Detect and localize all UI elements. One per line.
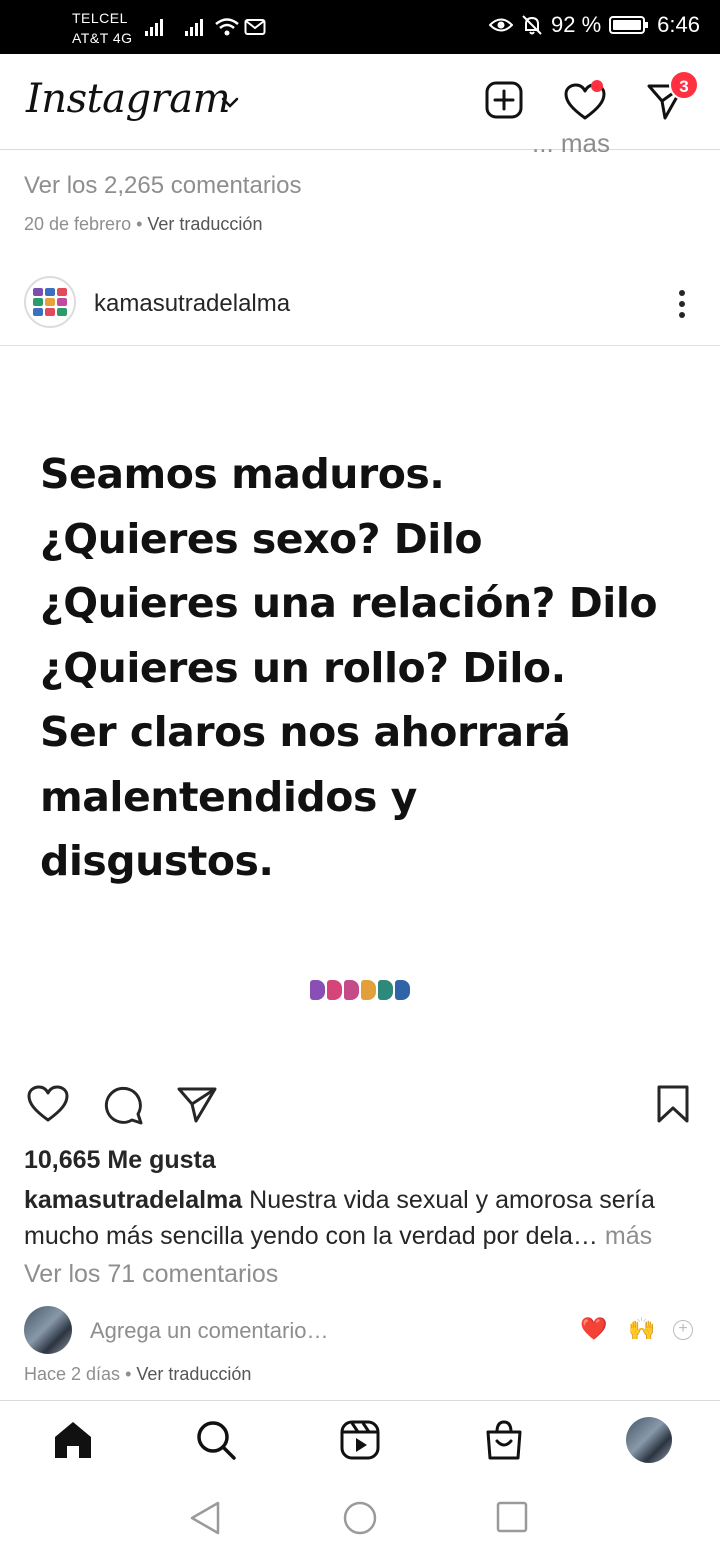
add-comment-input[interactable]: Agrega un comentario…: [90, 1318, 328, 1344]
messages-badge: 3: [669, 70, 699, 100]
separator: •: [120, 1364, 137, 1384]
post-meta: Hace 2 días • Ver traducción: [24, 1364, 251, 1385]
back-icon[interactable]: [188, 1500, 222, 1536]
quote-line: ¿Quieres sexo? Dilo: [40, 514, 483, 563]
mail-icon: [244, 19, 266, 35]
carrier-primary: TELCEL: [72, 10, 128, 26]
likes-count[interactable]: 10,665 Me gusta: [24, 1146, 216, 1175]
previous-caption-more[interactable]: ... más: [532, 138, 610, 152]
profile-avatar[interactable]: [626, 1417, 672, 1463]
post-header: kamasutradelalma: [0, 262, 720, 346]
current-user-avatar: [24, 1306, 72, 1354]
signal-icon: [145, 19, 163, 36]
quick-emoji-raised-hands[interactable]: 🙌: [628, 1316, 655, 1342]
comment-icon[interactable]: [102, 1084, 144, 1126]
muted-bell-icon: [522, 15, 542, 35]
carrier-info: TELCEL AT&T 4G: [72, 8, 133, 48]
search-icon[interactable]: [195, 1419, 237, 1461]
add-comment-row: Agrega un comentario… ❤️ 🙌 +: [0, 1302, 720, 1358]
quote-line: disgustos.: [40, 837, 274, 885]
post-image-quote: Seamos maduros. ¿Quieres sexo? Dilo ¿Qui…: [40, 442, 700, 894]
bottom-navigation: [0, 1400, 720, 1478]
previous-view-comments[interactable]: Ver los 2,265 comentarios: [24, 172, 302, 200]
home-button-icon[interactable]: [342, 1500, 378, 1536]
shop-icon[interactable]: [483, 1419, 525, 1461]
battery-percent: 92 %: [551, 12, 602, 37]
caption-username[interactable]: kamasutradelalma: [24, 1186, 242, 1214]
system-navigation-bar: [0, 1478, 720, 1560]
translate-link[interactable]: Ver traducción: [136, 1364, 251, 1384]
notification-dot: [591, 80, 603, 92]
post-time-ago: Hace 2 días: [24, 1364, 121, 1384]
save-bookmark-icon[interactable]: [656, 1084, 690, 1124]
share-icon[interactable]: [176, 1085, 218, 1125]
battery-icon: [609, 16, 649, 34]
quote-line: ¿Quieres una relación? Dilo: [40, 579, 658, 627]
post-author-username[interactable]: kamasutradelalma: [94, 290, 290, 318]
signal-icon-2: [185, 19, 203, 36]
previous-translate-link[interactable]: Ver traducción: [147, 214, 262, 234]
separator: •: [131, 214, 148, 234]
caption-more-link[interactable]: más: [605, 1222, 652, 1250]
reels-icon[interactable]: [339, 1419, 381, 1461]
quote-line: ¿Quieres un rollo? Dilo.: [40, 643, 566, 692]
wifi-icon: [215, 18, 239, 36]
app-header: Instagram 3: [0, 54, 720, 150]
like-icon[interactable]: [26, 1084, 70, 1124]
post-caption: kamasutradelalma Nuestra vida sexual y a…: [24, 1182, 704, 1254]
previous-post-meta: 20 de febrero • Ver traducción: [24, 214, 262, 235]
new-post-icon[interactable]: [484, 80, 524, 120]
more-options-icon[interactable]: [674, 288, 690, 320]
recents-icon[interactable]: [496, 1500, 528, 1534]
brand-logo: [310, 980, 410, 1000]
eye-icon: [489, 18, 514, 32]
view-all-comments[interactable]: Ver los 71 comentarios: [24, 1260, 278, 1289]
clock: 6:46: [657, 12, 700, 37]
chevron-down-icon[interactable]: [220, 96, 240, 110]
carrier-secondary: AT&T 4G: [72, 30, 133, 46]
more-emojis-icon[interactable]: +: [673, 1320, 693, 1340]
quote-line: Ser claros nos ahorrará: [40, 708, 571, 756]
post-author-avatar[interactable]: [24, 276, 76, 328]
quick-emoji-heart[interactable]: ❤️: [580, 1316, 607, 1342]
home-icon[interactable]: [52, 1419, 94, 1461]
previous-post-date: 20 de febrero: [24, 214, 132, 234]
quote-line: Seamos maduros.: [40, 450, 445, 498]
status-bar: TELCEL AT&T 4G 92 % 6:46: [0, 0, 720, 54]
post-image[interactable]: Seamos maduros. ¿Quieres sexo? Dilo ¿Qui…: [0, 346, 720, 1060]
instagram-logo[interactable]: Instagram: [26, 76, 231, 122]
quote-line: malentendidos y: [40, 772, 417, 821]
